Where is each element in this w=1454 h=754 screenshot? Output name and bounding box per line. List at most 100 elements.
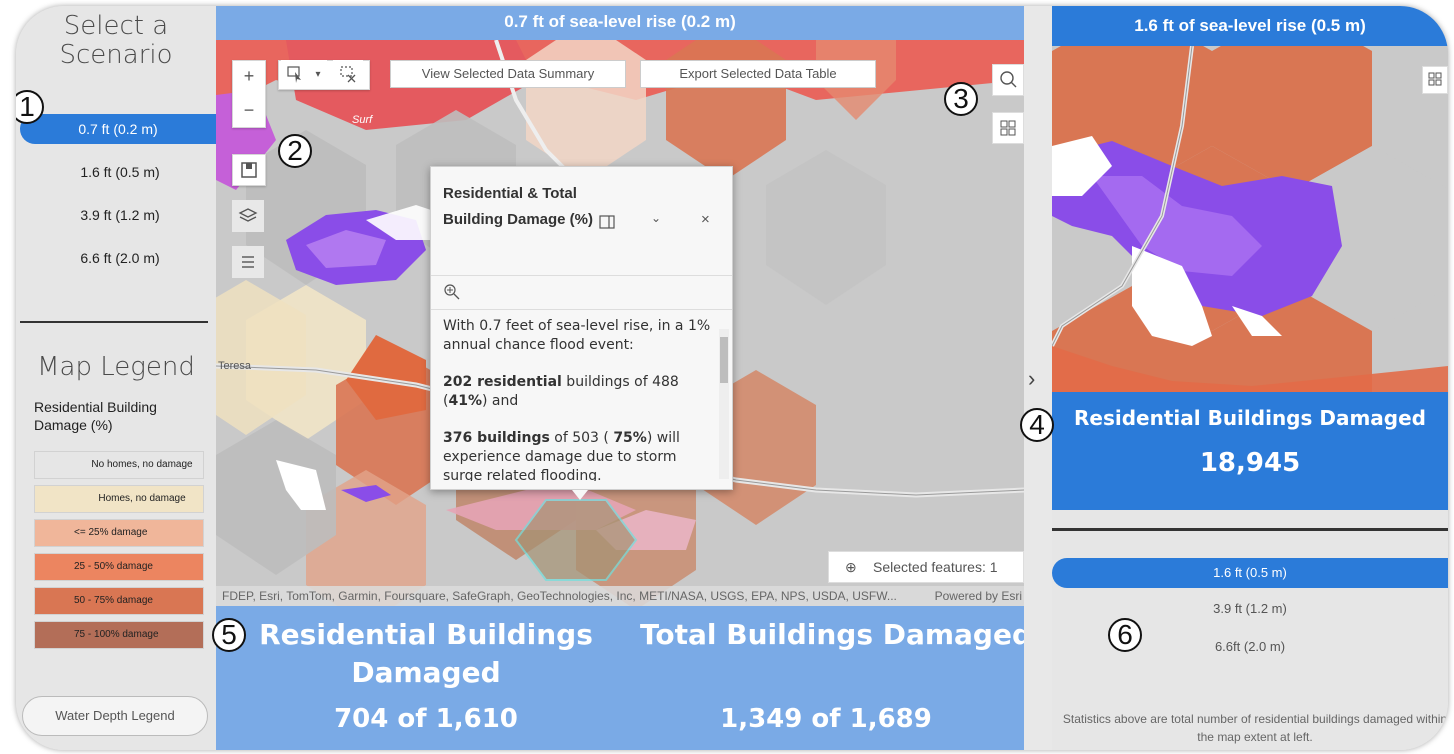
popup-intro: With 0.7 feet of sea-level rise, in a 1%…	[443, 318, 711, 353]
legend-label: 75 - 100% damage	[74, 629, 159, 640]
selection-tools: ▾	[278, 60, 370, 90]
zoom-selection-icon: ⊕	[845, 559, 857, 575]
scenario-item-3-9ft[interactable]: 3.9 ft (1.2 m)	[24, 200, 216, 230]
comparison-divider	[1052, 528, 1448, 531]
layers-icon	[238, 208, 258, 222]
legend-item: Homes, no damage	[34, 485, 209, 513]
popup-divider	[431, 275, 732, 276]
legend-label: No homes, no damage	[91, 459, 193, 470]
residential-damaged-label: Residential Buildings Damaged	[259, 618, 593, 689]
comparison-residential-value: 18,945	[1199, 448, 1301, 478]
popup-scrollbar[interactable]	[719, 329, 729, 479]
popup-pointer	[572, 490, 588, 500]
map-label-teresa: Teresa	[218, 360, 252, 372]
scenario-item-0-7ft[interactable]: 0.7 ft (0.2 m)	[20, 114, 216, 144]
bookmark-icon	[241, 162, 257, 178]
zoom-to-icon	[444, 284, 460, 300]
select-tool-button[interactable]	[281, 60, 309, 88]
powered-by-esri[interactable]: Powered by Esri	[935, 586, 1022, 606]
legend-label: 25 - 50% damage	[74, 561, 153, 572]
main-map-header: 0.7 ft of sea-level rise (0.2 m)	[216, 6, 1024, 40]
residential-damaged-value: 704 of 1,610	[334, 704, 518, 734]
total-damaged-value: 1,349 of 1,689	[720, 704, 932, 734]
collapse-popup-icon[interactable]: ⌄	[651, 211, 661, 225]
scenario-item-6-6ft[interactable]: 6.6 ft (2.0 m)	[24, 243, 216, 273]
list-icon	[242, 256, 254, 268]
comparison-residential-label: Residential Buildings Damaged	[1074, 406, 1426, 430]
view-selected-summary-button[interactable]: View Selected Data Summary	[390, 60, 626, 88]
comparison-scenario-3-9ft[interactable]: 3.9 ft (1.2 m)	[1052, 594, 1448, 624]
map-label-surf: Surf	[352, 114, 373, 126]
dock-icon	[599, 215, 615, 229]
comparison-scenario-1-6ft[interactable]: 1.6 ft (0.5 m)	[1052, 558, 1448, 588]
search-icon	[1000, 71, 1017, 88]
select-scenario-title: Select a Scenario	[59, 11, 173, 70]
popup-total-line: 376 buildings of 503 ( 75%) will experie…	[443, 429, 715, 481]
comparison-header: 1.6 ft of sea-level rise (0.5 m)	[1052, 6, 1448, 46]
bookmark-tool[interactable]	[232, 154, 266, 186]
residential-count: 202 residential	[443, 374, 562, 390]
main-map-panel: 0.7 ft of sea-level rise (0.2 m) Surf Te…	[216, 6, 1032, 750]
zoom-in-button[interactable]: +	[233, 61, 265, 93]
callout-4: 4	[1020, 408, 1054, 442]
chevron-down-icon[interactable]: ▾	[309, 60, 327, 88]
total-text: of 503 (	[549, 430, 614, 446]
legend-label: Homes, no damage	[98, 493, 186, 504]
legend-label: <= 25% damage	[74, 527, 148, 538]
search-button[interactable]	[992, 64, 1024, 96]
selected-features-label: Selected features: 1	[873, 559, 998, 575]
legend-item: 75 - 100% damage	[34, 621, 209, 649]
callout-5: 5	[212, 618, 246, 652]
chevron-right-icon[interactable]: ›	[1028, 366, 1035, 392]
legend-item: 25 - 50% damage	[34, 553, 209, 581]
legend-label: 50 - 75% damage	[74, 595, 153, 606]
popup-divider	[431, 309, 732, 310]
popup-residential-line: 202 residential buildings of 488 (41%) a…	[443, 373, 715, 411]
sidebar-divider	[20, 321, 208, 323]
legend-subtitle: Residential Building Damage (%)	[34, 399, 157, 433]
legend-list-button[interactable]	[232, 246, 264, 278]
export-selected-table-button[interactable]: Export Selected Data Table	[640, 60, 876, 88]
popup-content: With 0.7 feet of sea-level rise, in a 1%…	[443, 317, 715, 481]
legend-item: 50 - 75% damage	[34, 587, 209, 615]
selected-features-indicator[interactable]: ⊕ Selected features: 1	[828, 551, 1024, 583]
total-count: 376 buildings	[443, 430, 550, 446]
zoom-controls: + −	[232, 60, 266, 128]
legend-item: <= 25% damage	[34, 519, 209, 547]
comparison-stats: Residential Buildings Damaged 18,945	[1052, 392, 1448, 510]
comparison-map[interactable]	[1052, 46, 1448, 392]
water-depth-legend-button[interactable]: Water Depth Legend	[22, 696, 208, 736]
scenario-sidebar: Select a Scenario 0.7 ft (0.2 m) 1.6 ft …	[16, 6, 216, 750]
panel-collapse-handle[interactable]: ›	[1024, 6, 1052, 750]
clear-selection-button[interactable]	[333, 60, 363, 88]
dock-popup-button[interactable]	[599, 215, 615, 234]
comparison-map-canvas[interactable]	[1052, 46, 1448, 392]
app-frame: Select a Scenario 0.7 ft (0.2 m) 1.6 ft …	[16, 6, 1448, 750]
comparison-note: Statistics above are total number of res…	[1062, 712, 1448, 744]
residential-pct: 41%	[448, 393, 482, 409]
total-damaged-label: Total Buildings Damaged	[639, 618, 1033, 651]
feature-popup[interactable]: Residential & Total Building Damage (%) …	[430, 166, 733, 490]
total-pct: 75%	[613, 430, 647, 446]
scenario-stats: Residential Buildings Damaged 704 of 1,6…	[216, 606, 1032, 750]
layers-button[interactable]	[232, 200, 264, 232]
clear-selection-icon	[340, 66, 356, 83]
attribution-text: FDEP, Esri, TomTom, Garmin, Foursquare, …	[222, 589, 897, 603]
popup-title: Residential & Total Building Damage (%)	[443, 185, 594, 228]
basemap-gallery-button[interactable]	[1422, 66, 1448, 94]
zoom-to-feature-button[interactable]	[443, 283, 461, 306]
legend-item: No homes, no damage	[34, 451, 209, 479]
close-icon[interactable]: ×	[701, 211, 710, 228]
map-legend-title: Map Legend	[37, 352, 195, 382]
basemap-gallery-button[interactable]	[992, 112, 1024, 144]
callout-6: 6	[1108, 618, 1142, 652]
popup-scroll-thumb[interactable]	[720, 337, 728, 383]
main-map[interactable]: Surf Teresa + − ▾ View Selected Data Sum…	[216, 40, 1024, 606]
callout-3: 3	[944, 82, 978, 116]
map-attribution: FDEP, Esri, TomTom, Garmin, Foursquare, …	[216, 586, 1024, 606]
grid-icon	[1000, 120, 1016, 136]
zoom-out-button[interactable]: −	[233, 95, 265, 127]
grid-icon	[1428, 72, 1442, 86]
select-cursor-icon	[287, 66, 301, 83]
scenario-item-1-6ft[interactable]: 1.6 ft (0.5 m)	[24, 157, 216, 187]
